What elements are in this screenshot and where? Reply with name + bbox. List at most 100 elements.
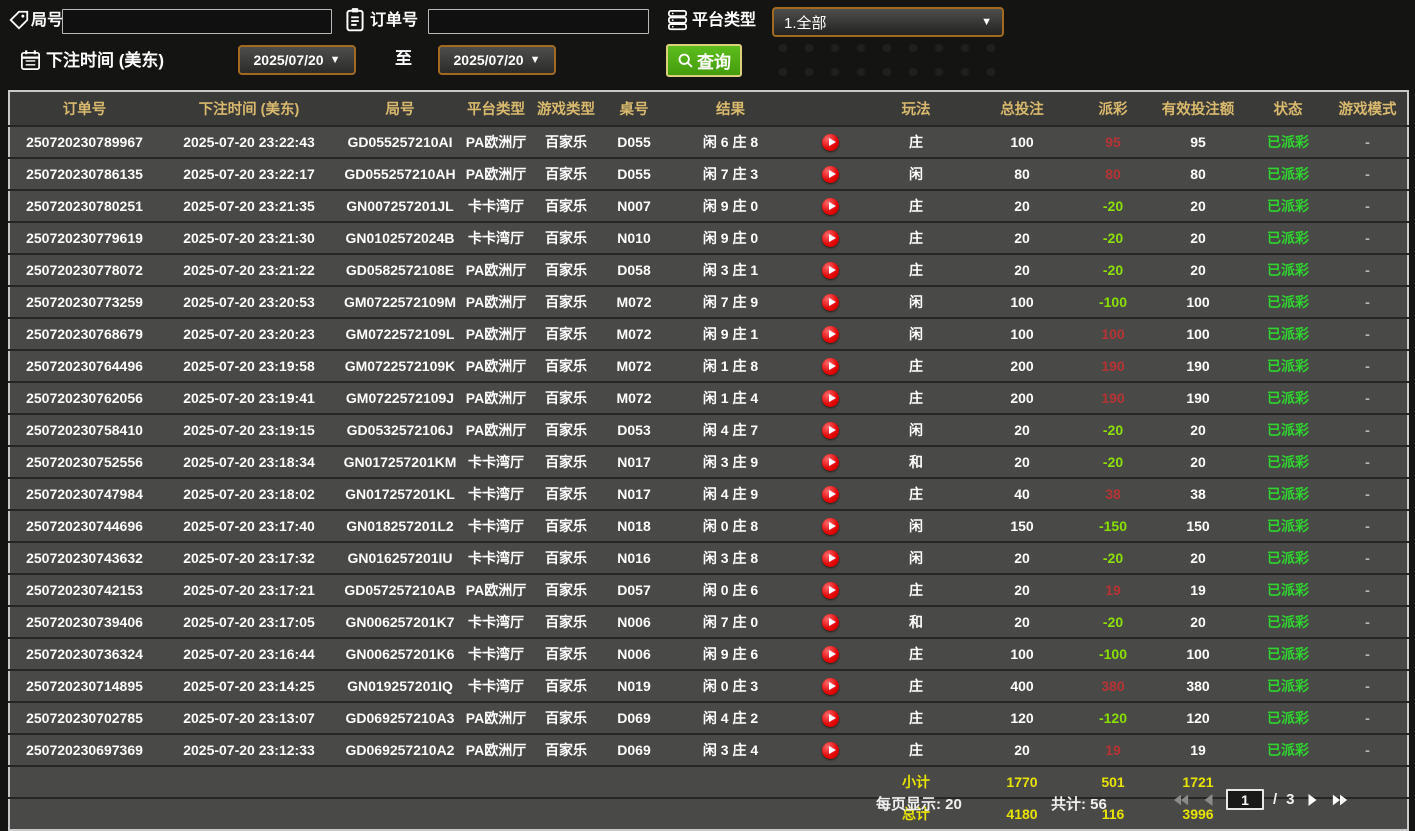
order-number-input[interactable] <box>428 9 649 34</box>
cell-platform: 卡卡湾厅 <box>461 605 531 638</box>
play-video-icon[interactable] <box>821 549 839 567</box>
cell-play-type: 庄 <box>866 349 966 382</box>
play-video-icon[interactable] <box>821 293 839 311</box>
cell-play-type: 庄 <box>866 189 966 222</box>
cell-status: 已派彩 <box>1248 637 1328 670</box>
cell-order: 250720230758410 <box>9 413 159 446</box>
round-number-input[interactable] <box>62 9 332 34</box>
date-to-picker[interactable]: 2025/07/20 ▼ <box>438 45 556 75</box>
cell-valid-bet: 20 <box>1148 413 1248 446</box>
cell-status: 已派彩 <box>1248 605 1328 638</box>
play-video-icon[interactable] <box>821 741 839 759</box>
play-video-icon[interactable] <box>821 133 839 151</box>
cell-payout: 190 <box>1078 349 1148 382</box>
cell-order: 250720230736324 <box>9 637 159 670</box>
cell-platform: 卡卡湾厅 <box>461 221 531 254</box>
search-button-label: 查询 <box>697 53 731 72</box>
play-video-cell <box>794 669 866 702</box>
cell-round: GD069257210A2 <box>339 733 461 766</box>
cell-time: 2025-07-20 23:19:15 <box>159 413 339 446</box>
cell-status: 已派彩 <box>1248 253 1328 286</box>
cell-valid-bet: 100 <box>1148 317 1248 350</box>
next-page-icon[interactable] <box>1304 791 1322 809</box>
cell-payout: -100 <box>1078 285 1148 318</box>
play-video-icon[interactable] <box>821 261 839 279</box>
cell-table-no: M072 <box>601 381 667 414</box>
cell-play-type: 庄 <box>866 637 966 670</box>
cell-time: 2025-07-20 23:21:22 <box>159 253 339 286</box>
play-video-cell <box>794 701 866 734</box>
cell-total-bet: 20 <box>966 445 1078 478</box>
cell-order: 250720230747984 <box>9 477 159 510</box>
cell-table-no: M072 <box>601 285 667 318</box>
play-video-icon[interactable] <box>821 229 839 247</box>
cell-time: 2025-07-20 23:13:07 <box>159 701 339 734</box>
cell-result: 闲 3 庄 8 <box>667 541 794 574</box>
cell-table-no: N006 <box>601 637 667 670</box>
play-video-icon[interactable] <box>821 421 839 439</box>
cell-play-type: 庄 <box>866 253 966 286</box>
cell-play-type: 和 <box>866 605 966 638</box>
page-number-input[interactable] <box>1226 789 1264 810</box>
cell-play-type: 庄 <box>866 701 966 734</box>
table-row: 250720230697369 2025-07-20 23:12:33 GD0692… <box>9 733 1408 766</box>
table-row: 250720230744696 2025-07-20 23:17:40 GN0182… <box>9 509 1408 542</box>
cell-platform: PA欧洲厅 <box>461 701 531 734</box>
cell-time: 2025-07-20 23:22:43 <box>159 125 339 158</box>
play-video-cell <box>794 509 866 542</box>
first-page-icon[interactable] <box>1172 791 1190 809</box>
cell-status: 已派彩 <box>1248 349 1328 382</box>
cell-game-type: 百家乐 <box>531 477 601 510</box>
cell-platform: PA欧洲厅 <box>461 413 531 446</box>
cell-table-no: D069 <box>601 701 667 734</box>
cell-platform: 卡卡湾厅 <box>461 445 531 478</box>
cell-status: 已派彩 <box>1248 701 1328 734</box>
table-row: 250720230743632 2025-07-20 23:17:32 GN0162… <box>9 541 1408 574</box>
cell-status: 已派彩 <box>1248 573 1328 606</box>
play-video-icon[interactable] <box>821 613 839 631</box>
cell-table-no: M072 <box>601 349 667 382</box>
cell-status: 已派彩 <box>1248 733 1328 766</box>
play-video-icon[interactable] <box>821 645 839 663</box>
play-video-icon[interactable] <box>821 581 839 599</box>
cell-game-mode: - <box>1328 285 1408 318</box>
previous-page-icon[interactable] <box>1199 791 1217 809</box>
cell-platform: 卡卡湾厅 <box>461 509 531 542</box>
table-row: 250720230773259 2025-07-20 23:20:53 GM0722… <box>9 285 1408 318</box>
play-video-icon[interactable] <box>821 357 839 375</box>
play-video-icon[interactable] <box>821 485 839 503</box>
cell-game-type: 百家乐 <box>531 541 601 574</box>
cell-time: 2025-07-20 23:18:02 <box>159 477 339 510</box>
play-video-icon[interactable] <box>821 325 839 343</box>
cell-status: 已派彩 <box>1248 509 1328 542</box>
play-video-icon[interactable] <box>821 389 839 407</box>
cell-round: GM0722572109L <box>339 317 461 350</box>
play-video-icon[interactable] <box>821 197 839 215</box>
date-from-picker[interactable]: 2025/07/20 ▼ <box>238 45 356 75</box>
cell-order: 250720230739406 <box>9 605 159 638</box>
cell-game-mode: - <box>1328 605 1408 638</box>
cell-table-no: N017 <box>601 477 667 510</box>
platform-type-select[interactable]: 1.全部 ▼ <box>772 7 1004 37</box>
play-video-icon[interactable] <box>821 165 839 183</box>
cell-payout: 380 <box>1078 669 1148 702</box>
play-video-icon[interactable] <box>821 709 839 727</box>
table-row: 250720230747984 2025-07-20 23:18:02 GN0172… <box>9 477 1408 510</box>
cell-platform: PA欧洲厅 <box>461 733 531 766</box>
cell-total-bet: 20 <box>966 413 1078 446</box>
search-button[interactable]: 查询 <box>666 44 742 77</box>
play-video-icon[interactable] <box>821 677 839 695</box>
last-page-icon[interactable] <box>1331 791 1349 809</box>
cell-play-type: 和 <box>866 445 966 478</box>
cell-game-type: 百家乐 <box>531 637 601 670</box>
cell-round: GN018257201L2 <box>339 509 461 542</box>
cell-play-type: 闲 <box>866 157 966 190</box>
cell-valid-bet: 150 <box>1148 509 1248 542</box>
cell-time: 2025-07-20 23:20:23 <box>159 317 339 350</box>
play-video-cell <box>794 317 866 350</box>
cell-game-type: 百家乐 <box>531 573 601 606</box>
play-video-icon[interactable] <box>821 517 839 535</box>
play-video-icon[interactable] <box>821 453 839 471</box>
cell-table-no: D057 <box>601 573 667 606</box>
cell-game-type: 百家乐 <box>531 381 601 414</box>
